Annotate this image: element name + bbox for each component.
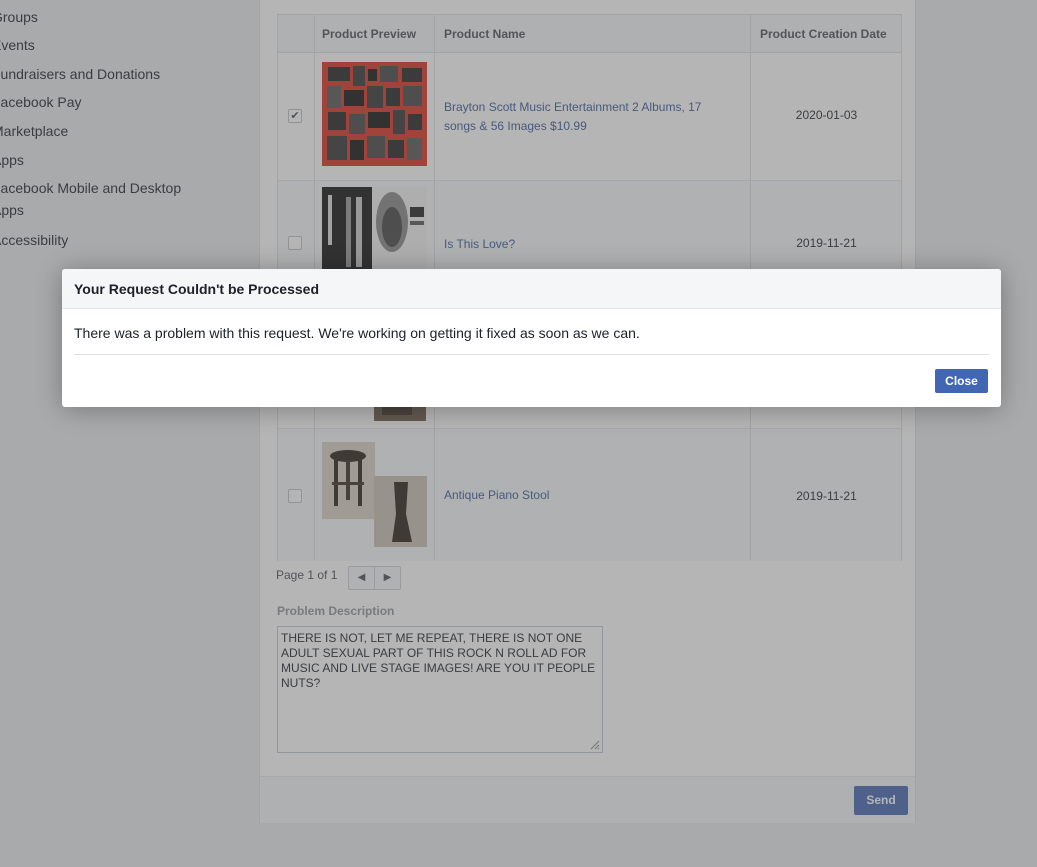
modal-overlay[interactable] (0, 0, 1037, 867)
close-button[interactable]: Close (935, 369, 988, 393)
dialog-divider (74, 354, 989, 355)
error-dialog: Your Request Couldn't be Processed There… (62, 269, 1001, 407)
dialog-title: Your Request Couldn't be Processed (62, 269, 1001, 309)
dialog-message: There was a problem with this request. W… (74, 325, 640, 341)
